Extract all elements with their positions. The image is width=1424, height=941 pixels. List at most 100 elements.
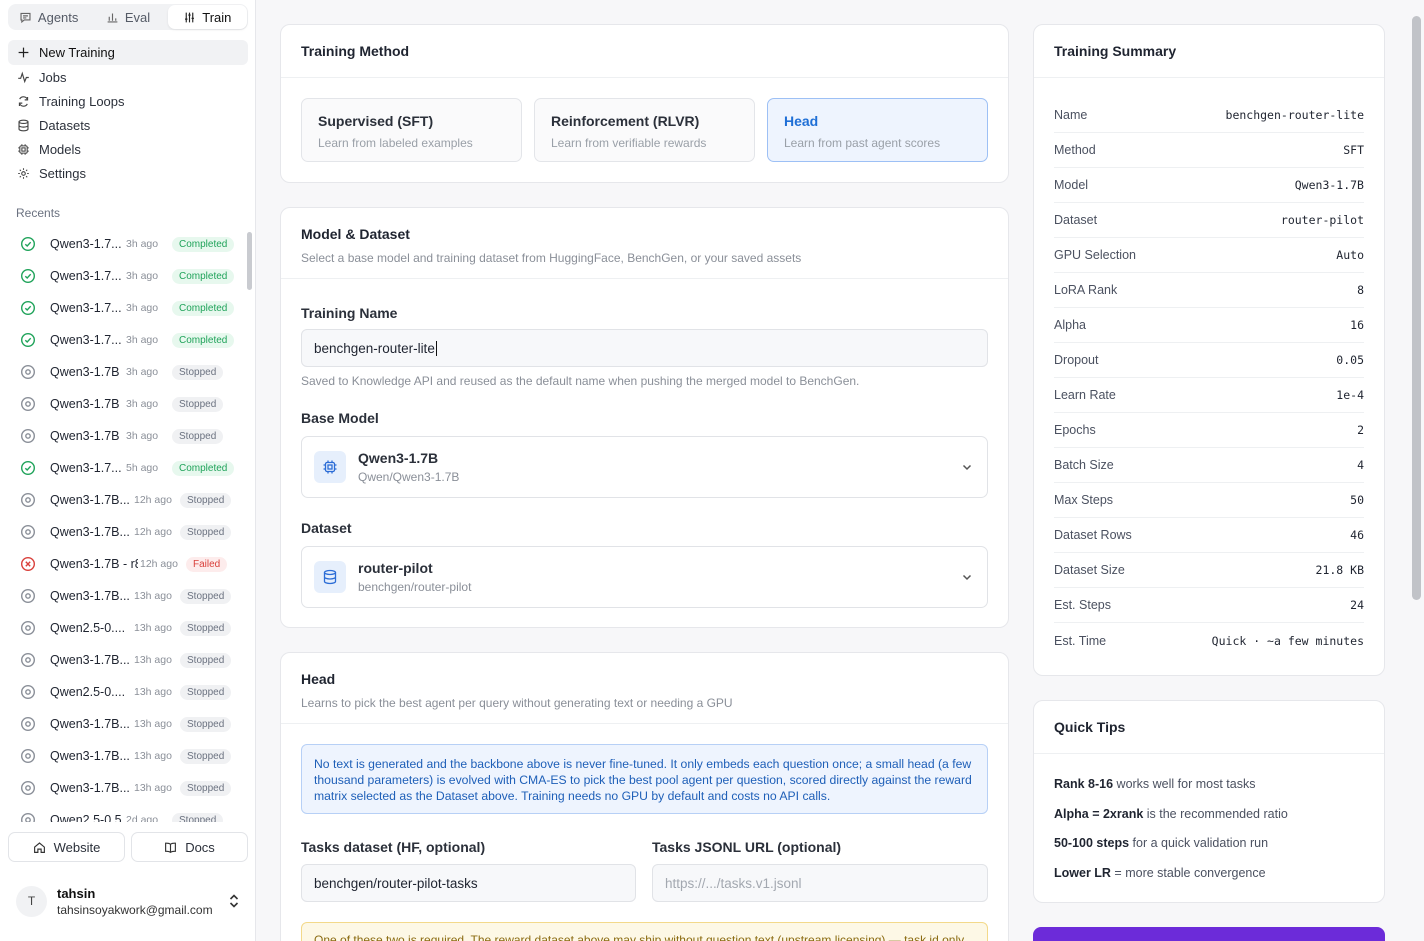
recent-run-item[interactable]: Qwen3-1.7... 3h ago Completed bbox=[8, 228, 244, 260]
recent-run-item[interactable]: Qwen2.5-0.... 13h ago Stopped bbox=[8, 612, 244, 644]
nav-datasets[interactable]: Datasets bbox=[8, 113, 248, 137]
summary-key: Name bbox=[1054, 108, 1088, 122]
method-title: Supervised (SFT) bbox=[318, 113, 434, 129]
recent-run-item[interactable]: Qwen2.5-0.... 13h ago Stopped bbox=[8, 676, 244, 708]
tasks-jsonl-input[interactable]: https://.../tasks.v1.jsonl bbox=[652, 864, 988, 902]
recent-run-item[interactable]: Qwen3-1.7... 3h ago Completed bbox=[8, 260, 244, 292]
nav-settings[interactable]: Settings bbox=[8, 161, 248, 185]
recent-run-item[interactable]: Qwen3-1.7B... 12h ago Stopped bbox=[8, 484, 244, 516]
sidebar: Agents Eval Train New Training Jobs Trai… bbox=[0, 0, 256, 941]
stop-circle-icon bbox=[20, 620, 36, 636]
recent-run-item[interactable]: Qwen3-1.7... 3h ago Completed bbox=[8, 292, 244, 324]
recent-run-item[interactable]: Qwen3-1.7B... 12h ago Stopped bbox=[8, 516, 244, 548]
stop-circle-icon bbox=[20, 812, 36, 822]
run-name: Qwen2.5-0.... bbox=[50, 685, 126, 699]
nav-jobs[interactable]: Jobs bbox=[8, 65, 248, 89]
run-time: 13h ago bbox=[134, 782, 172, 794]
recents-scrollbar[interactable] bbox=[246, 224, 254, 822]
summary-value: Qwen3-1.7B bbox=[1294, 178, 1364, 192]
recent-run-item[interactable]: Qwen3-1.7B - r8 12h ago Failed bbox=[8, 548, 244, 580]
run-name: Qwen3-1.7... bbox=[50, 461, 122, 475]
summary-key: Model bbox=[1054, 178, 1089, 192]
start-training-button[interactable] bbox=[1033, 927, 1385, 941]
method-option-sft[interactable]: Supervised (SFT) Learn from labeled exam… bbox=[301, 98, 522, 162]
recent-run-item[interactable]: Qwen3-1.7B... 13h ago Stopped bbox=[8, 644, 244, 676]
summary-value: Quick · ~a few minutes bbox=[1211, 633, 1364, 648]
website-button[interactable]: Website bbox=[8, 832, 125, 862]
page-scroll-thumb[interactable] bbox=[1412, 16, 1421, 600]
nav-label: Models bbox=[39, 141, 81, 157]
summary-value: 0.05 bbox=[1336, 353, 1364, 367]
status-badge: Completed bbox=[172, 332, 235, 348]
summary-value: 2 bbox=[1357, 423, 1364, 437]
docs-button[interactable]: Docs bbox=[131, 832, 248, 862]
status-badge: Stopped bbox=[180, 684, 232, 700]
nav-training-loops[interactable]: Training Loops bbox=[8, 89, 248, 113]
tasks-dataset-input[interactable]: benchgen/router-pilot-tasks bbox=[301, 864, 636, 902]
tab-eval[interactable]: Eval bbox=[88, 5, 167, 29]
status-badge: Stopped bbox=[180, 620, 232, 636]
summary-value: 4 bbox=[1357, 458, 1364, 472]
dataset-select[interactable]: router-pilot benchgen/router-pilot bbox=[301, 546, 988, 608]
tip-item: Alpha = 2xrank is the recommended ratio bbox=[1054, 807, 1288, 821]
recent-run-item[interactable]: Qwen2.5-0.5... 2d ago Stopped bbox=[8, 804, 244, 822]
run-name: Qwen3-1.7B... bbox=[50, 525, 130, 539]
run-time: 13h ago bbox=[134, 686, 172, 698]
user-menu[interactable]: T tahsin tahsinsoyakwork@gmail.com bbox=[16, 884, 248, 918]
summary-key: Method bbox=[1054, 143, 1096, 157]
training-name-input[interactable]: benchgen-router-lite bbox=[301, 329, 988, 367]
recent-run-item[interactable]: Qwen3-1.7... 5h ago Completed bbox=[8, 452, 244, 484]
summary-key: Dropout bbox=[1054, 353, 1099, 367]
summary-row: LoRA Rank 8 bbox=[1054, 273, 1364, 308]
check-circle-icon bbox=[20, 332, 36, 348]
recents-scroll-thumb[interactable] bbox=[247, 232, 252, 290]
recent-run-item[interactable]: Qwen3-1.7B... 13h ago Stopped bbox=[8, 708, 244, 740]
recent-run-item[interactable]: Qwen3-1.7... 3h ago Completed bbox=[8, 324, 244, 356]
recent-run-item[interactable]: Qwen3-1.7B... 13h ago Stopped bbox=[8, 580, 244, 612]
recent-run-item[interactable]: Qwen3-1.7B... 13h ago Stopped bbox=[8, 772, 244, 804]
status-badge: Completed bbox=[172, 236, 235, 252]
run-name: Qwen3-1.7B... bbox=[50, 781, 130, 795]
summary-key: GPU Selection bbox=[1054, 248, 1136, 262]
method-option-head[interactable]: Head Learn from past agent scores bbox=[767, 98, 988, 162]
base-model-repo: Qwen/Qwen3-1.7B bbox=[358, 470, 460, 484]
run-time: 13h ago bbox=[134, 654, 172, 666]
summary-key: Dataset bbox=[1054, 213, 1098, 227]
nav-label: Datasets bbox=[39, 117, 91, 133]
summary-row: Name benchgen-router-lite bbox=[1054, 98, 1364, 133]
run-time: 13h ago bbox=[134, 718, 172, 730]
training-method-card: Training Method Supervised (SFT) Learn f… bbox=[280, 24, 1009, 183]
training-name-value: benchgen-router-lite bbox=[314, 340, 435, 356]
status-badge: Stopped bbox=[180, 652, 232, 668]
recent-run-item[interactable]: Qwen3-1.7B... 13h ago Stopped bbox=[8, 740, 244, 772]
book-icon bbox=[165, 842, 177, 853]
check-circle-icon bbox=[20, 300, 36, 316]
check-circle-icon bbox=[20, 460, 36, 476]
tab-train[interactable]: Train bbox=[167, 5, 247, 29]
stop-circle-icon bbox=[20, 716, 36, 732]
tab-agents[interactable]: Agents bbox=[9, 5, 88, 29]
nav-new-training[interactable]: New Training bbox=[8, 40, 248, 65]
recent-run-item[interactable]: Qwen3-1.7B ...3h ago Stopped bbox=[8, 356, 244, 388]
run-name: Qwen3-1.7B ... bbox=[50, 429, 124, 443]
user-name: tahsin bbox=[57, 885, 96, 901]
home-icon bbox=[33, 841, 45, 853]
dataset-label: Dataset bbox=[301, 520, 352, 536]
stop-circle-icon bbox=[20, 748, 36, 764]
status-badge: Stopped bbox=[180, 588, 232, 604]
recent-run-item[interactable]: Qwen3-1.7B ...3h ago Stopped bbox=[8, 388, 244, 420]
footer-links: Website Docs bbox=[8, 832, 248, 862]
stop-circle-icon bbox=[20, 588, 36, 604]
stop-circle-icon bbox=[20, 652, 36, 668]
run-time: 3h ago bbox=[126, 238, 159, 250]
method-option-rlvr[interactable]: Reinforcement (RLVR) Learn from verifiab… bbox=[534, 98, 755, 162]
base-model-select[interactable]: Qwen3-1.7B Qwen/Qwen3-1.7B bbox=[301, 436, 988, 498]
divider bbox=[281, 77, 1008, 78]
dataset-name: router-pilot bbox=[358, 560, 433, 576]
training-summary-card: Training Summary Name benchgen-router-lit… bbox=[1033, 24, 1385, 676]
recent-run-item[interactable]: Qwen3-1.7B ...3h ago Stopped bbox=[8, 420, 244, 452]
nav-models[interactable]: Models bbox=[8, 137, 248, 161]
run-time: 13h ago bbox=[134, 750, 172, 762]
run-time: 3h ago bbox=[126, 270, 159, 282]
gear-icon bbox=[18, 167, 29, 179]
